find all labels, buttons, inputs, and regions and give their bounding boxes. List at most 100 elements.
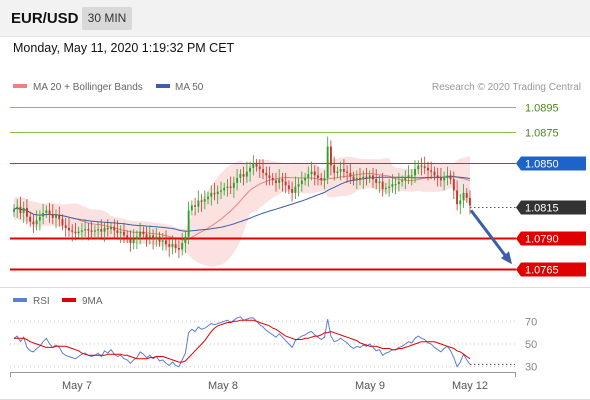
candle-body <box>271 177 274 181</box>
candle-body <box>336 171 339 173</box>
candle-body <box>226 186 229 188</box>
x-tick-label-2: May 9 <box>355 380 385 392</box>
candle-body <box>223 187 226 191</box>
candle-body <box>320 177 323 181</box>
candle-body <box>469 197 471 206</box>
candle-body <box>190 205 193 211</box>
candle-body <box>194 205 196 207</box>
ma9-line <box>14 319 471 363</box>
candle-body <box>197 200 200 207</box>
candle-body <box>187 210 190 237</box>
candle-body <box>213 192 216 195</box>
candle-body <box>249 167 251 172</box>
candle-body <box>123 231 125 236</box>
candle-body <box>200 200 203 202</box>
price-chart: MA 20 + Bollinger Bands MA 50 Research ©… <box>0 36 590 400</box>
candle-body <box>22 207 25 213</box>
candle-body <box>433 171 436 176</box>
candle-body <box>430 170 433 172</box>
candle-body <box>97 229 99 231</box>
rsi-swatch <box>13 298 27 302</box>
candle-body <box>394 184 397 186</box>
candle-body <box>304 177 306 181</box>
candle-body <box>239 174 242 178</box>
level-label-2: 1.0850 <box>525 159 559 171</box>
candle-body <box>135 236 138 240</box>
candle-body <box>90 230 93 232</box>
candle-body <box>71 230 74 232</box>
candle-body <box>255 164 258 167</box>
candle-body <box>252 164 255 168</box>
candle-body <box>171 244 174 247</box>
candle-body <box>32 221 35 225</box>
ma50-swatch <box>156 84 170 88</box>
candle-body <box>333 165 336 173</box>
candle-body <box>145 234 148 238</box>
level-label-0: 1.0895 <box>525 103 559 115</box>
candle-body <box>64 225 67 228</box>
candle-body <box>297 184 300 187</box>
candle-body <box>300 180 303 185</box>
bollinger-band <box>14 155 470 267</box>
candle-body <box>80 230 83 232</box>
candle-body <box>378 181 381 183</box>
candle-body <box>245 171 248 177</box>
candle-body <box>13 209 15 212</box>
x-tick-label-0: May 7 <box>62 380 92 392</box>
candle-body <box>317 175 319 178</box>
copyright-label: Research © 2020 Trading Central <box>432 82 581 93</box>
level-label-4: 1.0790 <box>525 234 559 246</box>
candle-body <box>61 219 64 226</box>
candle-body <box>74 231 77 233</box>
candle-body <box>132 239 135 243</box>
candle-body <box>359 177 361 180</box>
candle-body <box>174 244 177 248</box>
candle-body <box>232 182 235 188</box>
candle-body <box>452 179 455 191</box>
ma20-swatch <box>13 84 27 88</box>
candle-body <box>181 243 184 250</box>
candle-body <box>342 169 345 172</box>
candle-body <box>113 226 116 231</box>
candle-body <box>372 175 374 180</box>
candle-body <box>420 165 423 167</box>
candle-body <box>116 230 119 233</box>
candle-body <box>423 166 426 168</box>
candle-body <box>391 184 394 187</box>
candle-body <box>258 166 261 170</box>
candle-body <box>397 181 400 185</box>
candle-body <box>236 177 239 183</box>
candle-body <box>262 169 264 173</box>
candle-body <box>294 186 297 193</box>
candle-body <box>410 175 413 177</box>
candle-body <box>381 181 384 190</box>
candle-body <box>278 179 281 183</box>
candle-body <box>93 230 96 232</box>
candle-body <box>465 192 468 198</box>
candle-body <box>58 215 61 220</box>
candle-body <box>275 180 277 183</box>
candle-body <box>287 185 290 190</box>
candle-body <box>178 248 180 250</box>
candle-body <box>462 192 465 201</box>
rsi-legend-label: RSI <box>33 296 50 307</box>
candle-body <box>330 146 332 166</box>
candle-body <box>242 174 245 177</box>
candle-body <box>346 171 348 173</box>
candle-body <box>339 169 342 172</box>
forecast-arrow <box>469 209 510 261</box>
candle-body <box>459 200 462 205</box>
candle-body <box>68 227 70 231</box>
candle-body <box>103 227 106 232</box>
candle-body <box>168 244 171 247</box>
candle-body <box>129 237 132 243</box>
candle-body <box>362 176 365 180</box>
level-label-5: 1.0765 <box>525 265 559 277</box>
candle-body <box>26 207 28 217</box>
candle-body <box>349 172 352 177</box>
candle-body <box>119 231 122 233</box>
candle-body <box>45 210 48 213</box>
candle-body <box>100 229 103 232</box>
candle-body <box>368 175 371 178</box>
candle-body <box>51 214 54 218</box>
